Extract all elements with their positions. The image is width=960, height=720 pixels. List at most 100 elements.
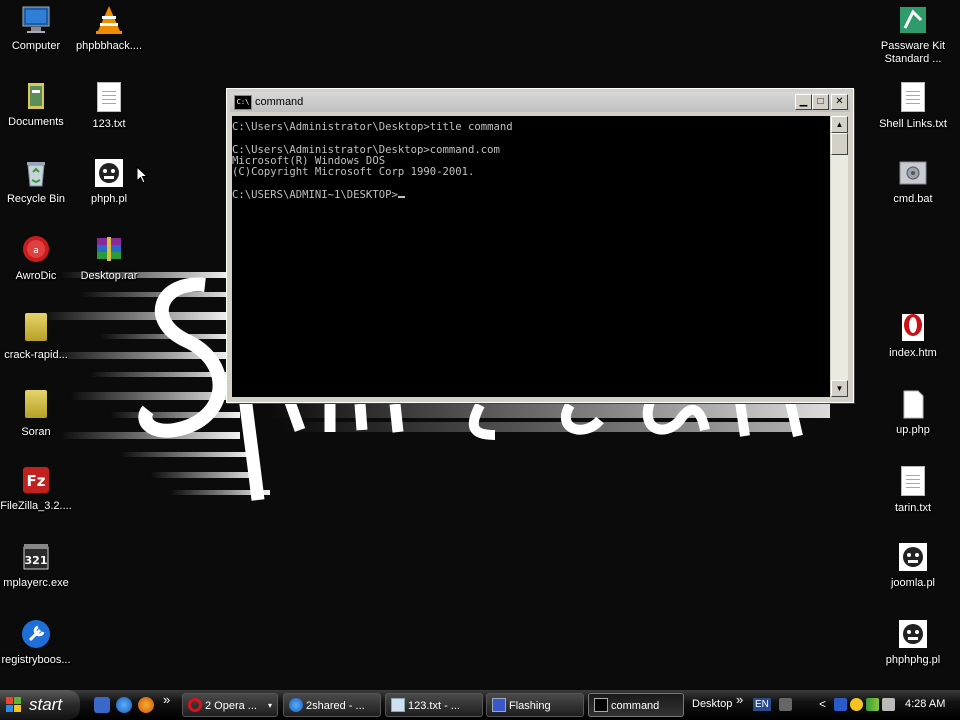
console-prompt: C:\USERS\ADMINI~1\DESKTOP> xyxy=(232,188,398,201)
command-window-titlebar[interactable]: C:\ command ▁ □ ✕ xyxy=(230,92,850,112)
desktop-icon-label: AwroDic xyxy=(15,270,57,282)
desktop-icon-label: phph.pl xyxy=(90,193,128,205)
registry-booster-icon xyxy=(20,618,52,650)
taskbar-item-opera[interactable]: 2 Opera ... ▾ xyxy=(182,693,278,717)
language-indicator[interactable]: EN xyxy=(753,698,771,711)
desktop-icon-label: registryboos... xyxy=(1,654,71,666)
desktop-icon-computer[interactable]: Computer xyxy=(0,4,74,53)
desktop[interactable]: Computer Documents Recycle Bin a AwroDic… xyxy=(0,0,960,690)
input-settings-icon[interactable] xyxy=(779,698,792,711)
opera-html-icon xyxy=(897,311,929,343)
opera-icon xyxy=(188,698,202,712)
desktop-icon-registrybooster[interactable]: registryboos... xyxy=(0,618,74,667)
desktop-icon-phpbbhack[interactable]: phpbbhack.... xyxy=(71,4,147,53)
scroll-down-button[interactable]: ▼ xyxy=(831,380,848,397)
mouse-pointer-icon xyxy=(136,166,148,184)
taskbar-item-label: 2 Opera ... xyxy=(205,700,257,712)
taskbar-item-flashing[interactable]: Flashing xyxy=(486,693,584,717)
quick-launch-chevron[interactable]: » xyxy=(163,692,170,707)
internet-explorer-icon xyxy=(289,698,303,712)
desktop-icon-123-txt[interactable]: 123.txt xyxy=(71,80,147,131)
network-signal-icon[interactable] xyxy=(866,698,879,711)
vlc-icon xyxy=(93,4,125,36)
console-prompt-line[interactable]: C:\USERS\ADMINI~1\DESKTOP> xyxy=(232,188,830,201)
command-window[interactable]: C:\ command ▁ □ ✕ C:\Users\Administrator… xyxy=(226,88,854,403)
desktop-icon-cmd-bat[interactable]: cmd.bat xyxy=(875,157,951,206)
window-title: command xyxy=(255,96,304,108)
blank-file-icon xyxy=(897,388,929,420)
taskbar-item-2shared[interactable]: 2shared - ... xyxy=(283,693,381,717)
desktop-icon-label: Desktop.rar xyxy=(80,270,138,282)
desktop-icon-label: index.htm xyxy=(889,347,937,359)
console-line: C:\Users\Administrator\Desktop>title com… xyxy=(232,121,513,133)
desktop-icon-label: Shell Links.txt xyxy=(879,118,947,130)
minimize-button[interactable]: ▁ xyxy=(795,94,812,110)
console-output[interactable]: C:\Users\Administrator\Desktop>title com… xyxy=(232,116,830,397)
show-desktop-icon[interactable] xyxy=(94,697,110,713)
close-button[interactable]: ✕ xyxy=(831,94,848,110)
recycle-bin-icon xyxy=(20,157,52,189)
taskbar: start » 2 Opera ... ▾ 2shared - ... 123.… xyxy=(0,690,960,720)
desktop-icon-label: 123.txt xyxy=(92,118,126,130)
firefox-icon[interactable] xyxy=(138,697,154,713)
desktop-icon-label: cmd.bat xyxy=(893,193,933,205)
maximize-button[interactable]: □ xyxy=(812,94,829,110)
console-icon xyxy=(594,698,608,712)
text-file-icon xyxy=(93,82,125,114)
desktop-icon-shell-links[interactable]: Shell Links.txt xyxy=(875,80,951,131)
start-button[interactable]: start xyxy=(0,690,80,720)
messenger-icon[interactable] xyxy=(850,698,863,711)
scrollbar-thumb[interactable] xyxy=(831,133,848,155)
clock[interactable]: 4:28 AM xyxy=(905,698,945,710)
text-file-icon xyxy=(897,466,929,498)
desktop-icon-label: phphphg.pl xyxy=(885,654,941,666)
notepad-icon xyxy=(391,698,405,712)
taskbar-item-label: 123.txt - ... xyxy=(408,700,460,712)
console-icon: C:\ xyxy=(234,95,252,110)
vertical-scrollbar[interactable]: ▲ ▼ xyxy=(831,116,848,397)
text-cursor xyxy=(397,195,405,198)
desktop-icon-passware[interactable]: Passware Kit Standard ... xyxy=(875,4,951,66)
taskbar-item-label: Flashing xyxy=(509,700,551,712)
speaker-icon[interactable] xyxy=(882,698,895,711)
desktop-icon-label: crack-rapid... xyxy=(4,349,68,361)
bluetooth-icon[interactable] xyxy=(834,698,847,711)
desktop-icon-documents[interactable]: Documents xyxy=(0,80,74,129)
perl-script-icon xyxy=(93,157,125,189)
desktop-toolbar-chevron[interactable]: » xyxy=(736,692,743,707)
desktop-icon-label: tarin.txt xyxy=(894,502,932,514)
desktop-icon-phphphg-pl[interactable]: phphphg.pl xyxy=(875,618,951,667)
desktop-icon-awrodic[interactable]: a AwroDic xyxy=(0,234,74,283)
desktop-icon-label: FileZilla_3.2.... xyxy=(0,500,72,512)
flashing-app-icon xyxy=(492,698,506,712)
desktop-icon-recycle-bin[interactable]: Recycle Bin xyxy=(0,157,74,206)
desktop-icon-label: Recycle Bin xyxy=(6,193,66,205)
desktop-icon-index-htm[interactable]: index.htm xyxy=(875,311,951,360)
desktop-icon-soran[interactable]: Soran xyxy=(0,388,74,439)
scroll-up-button[interactable]: ▲ xyxy=(831,116,848,133)
desktop-icon-label: Documents xyxy=(8,116,64,128)
folder-icon xyxy=(20,313,52,345)
tray-expand-arrow[interactable]: < xyxy=(819,697,826,711)
taskbar-item-123-txt[interactable]: 123.txt - ... xyxy=(385,693,483,717)
batch-file-icon xyxy=(897,157,929,189)
rar-archive-icon xyxy=(93,234,125,266)
desktop-icon-mplayerc[interactable]: 321 mplayerc.exe xyxy=(0,541,74,590)
taskbar-item-label: command xyxy=(611,700,660,712)
start-label: start xyxy=(29,695,63,714)
desktop-icon-joomla-pl[interactable]: joomla.pl xyxy=(875,541,951,590)
svg-text:321: 321 xyxy=(25,554,48,567)
desktop-icon-label: Soran xyxy=(21,426,51,438)
internet-explorer-icon[interactable] xyxy=(116,697,132,713)
text-file-icon xyxy=(897,82,929,114)
desktop-icon-crack-rapid[interactable]: crack-rapid... xyxy=(0,311,74,362)
desktop-icon-filezilla[interactable]: Fz FileZilla_3.2.... xyxy=(0,464,74,513)
taskbar-item-command[interactable]: command xyxy=(588,693,684,717)
desktop-icon-up-php[interactable]: up.php xyxy=(875,388,951,437)
media-player-icon: 321 xyxy=(20,541,52,573)
desktop-toolbar-label[interactable]: Desktop xyxy=(692,698,732,710)
desktop-icon-tarin-txt[interactable]: tarin.txt xyxy=(875,464,951,515)
desktop-icon-desktop-rar[interactable]: Desktop.rar xyxy=(71,234,147,283)
desktop-icon-label: joomla.pl xyxy=(890,577,936,589)
